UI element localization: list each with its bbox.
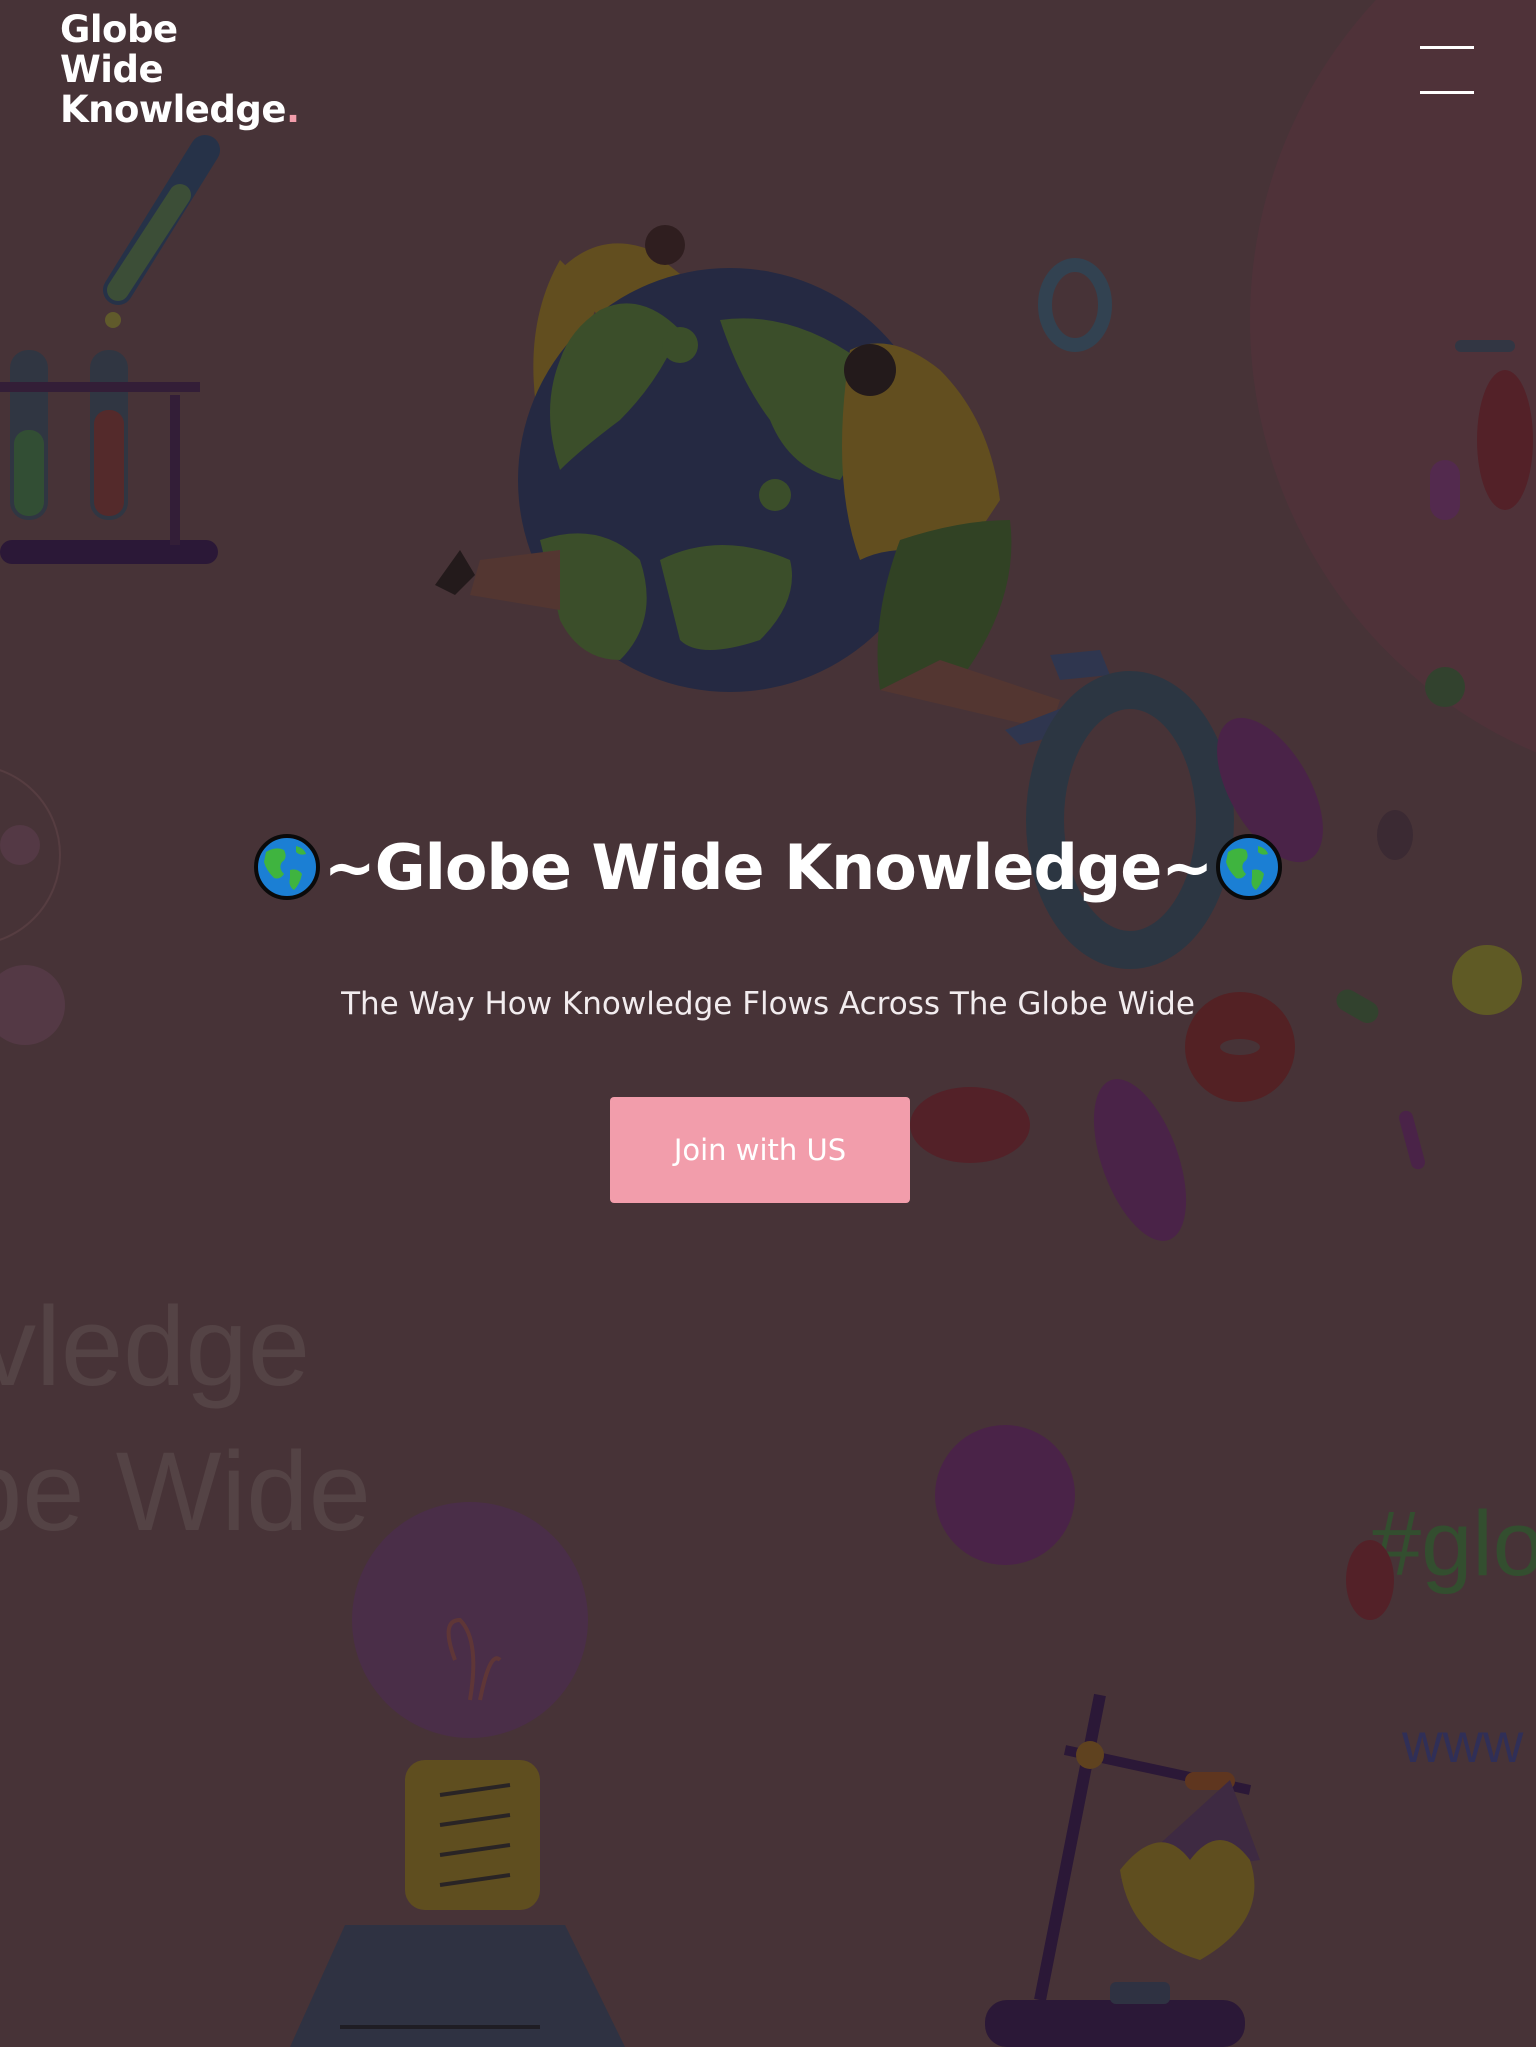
burner-stand-icon bbox=[985, 1693, 1260, 2047]
logo-accent-dot: . bbox=[285, 88, 300, 131]
hero-subtitle: The Way How Knowledge Flows Across The G… bbox=[341, 986, 1195, 1022]
background-ring-blue bbox=[1038, 258, 1112, 352]
site-logo[interactable]: Globe Wide Knowledge. bbox=[60, 10, 300, 130]
background-ring-large bbox=[1026, 671, 1234, 969]
hero-title-row: ~Globe Wide Knowledge~ bbox=[0, 830, 1536, 904]
background-hashtag-text: #glo bbox=[1370, 1493, 1536, 1595]
hero-title: ~Globe Wide Knowledge~ bbox=[323, 830, 1213, 904]
background-www-text: www bbox=[1401, 1711, 1524, 1774]
menu-bar-top bbox=[1420, 46, 1474, 49]
people-hugging-globe-illustration bbox=[435, 225, 1110, 745]
earth-globe-americas-icon bbox=[1216, 834, 1283, 900]
dropper-icon bbox=[103, 135, 220, 328]
join-with-us-button[interactable]: Join with US bbox=[610, 1097, 910, 1203]
test-tubes-icon bbox=[0, 350, 218, 564]
light-bulb-icon bbox=[290, 1502, 625, 2047]
hero-background-illustration: vledge be Wide #glo www bbox=[0, 0, 1536, 2047]
hero-section: vledge be Wide #glo www Globe Wide Knowl… bbox=[0, 0, 1536, 2047]
logo-line-2: Wide bbox=[60, 48, 164, 91]
background-text-line-2: be Wide bbox=[0, 1429, 371, 1554]
logo-line-1: Globe bbox=[60, 8, 178, 51]
menu-bar-bottom bbox=[1420, 91, 1474, 94]
logo-line-3-text: Knowledge bbox=[60, 88, 286, 131]
background-text-line-1: vledge bbox=[0, 1284, 310, 1409]
earth-globe-americas-icon bbox=[253, 834, 320, 900]
logo-line-3: Knowledge. bbox=[60, 90, 300, 130]
hamburger-menu-icon[interactable] bbox=[1418, 44, 1476, 98]
